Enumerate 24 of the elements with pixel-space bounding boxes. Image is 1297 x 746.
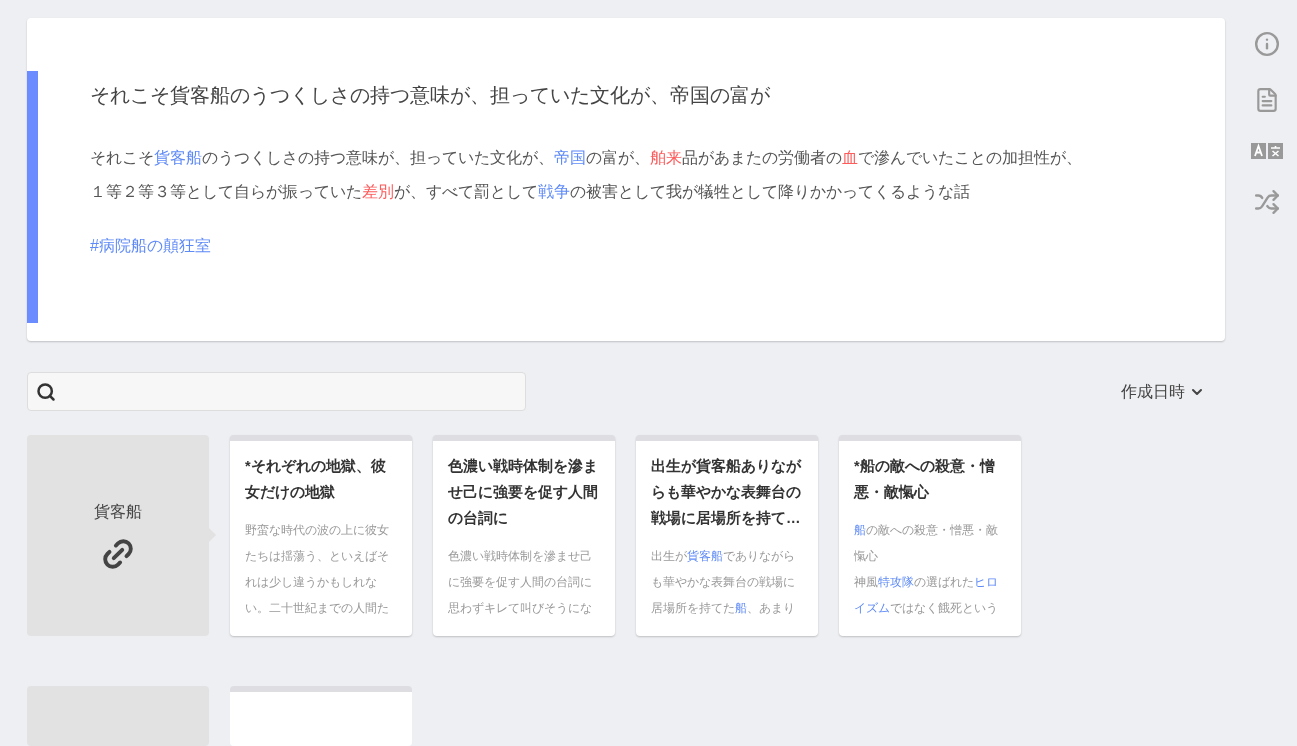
card-description: 出生が貨客船でありながらも華やかな表舞台の戦場に居場所を持てた船、あまり: [651, 548, 796, 617]
card-description: 野蛮な時代の波の上に彼女たちは揺蕩う、といえばそれは少し違うかもしれない。二十世紀までの人間た: [245, 522, 390, 617]
paragraph: それこそ貨客船のうつくしさの持つ意味が、担っていた文化が、帝国の富が、舶来品があまたの労働者の血で滲んでいたことの加担性が、１等２等３等として自らが振っていた差別が、すべて罰として戦争の被害として我が犠牲として降りかかってくるような話: [90, 148, 1082, 202]
related-title: 貨客船: [94, 501, 142, 522]
card-title: 色濃い戦時体制を滲ませ己に強要を促す人間の台詞に: [448, 457, 599, 528]
info-icon[interactable]: [1254, 31, 1280, 57]
shuffle-icon[interactable]: [1254, 189, 1280, 215]
card-description: 船の敵への殺意・憎悪・敵愾心 神風特攻隊の選ばれた ヒロイズムではなく餓死という: [854, 522, 999, 617]
page-card[interactable]: [230, 686, 412, 746]
translate-icon[interactable]: [1251, 143, 1283, 159]
card-title: *それぞれの地獄、彼女だけの地獄: [245, 457, 387, 502]
page-card[interactable]: *それぞれの地獄、彼女だけの地獄 野蛮な時代の波の上に彼女たちは揺蕩う、といえばそれは少し違うかもしれない。二十世紀までの人間た: [230, 435, 412, 636]
related-group-card[interactable]: 貨客船: [27, 435, 209, 636]
sort-dropdown[interactable]: 作成日時: [1121, 379, 1205, 404]
card-description: 色濃い戦時体制を滲ませ己に強要を促す人間の台詞に思わずキレて叫びそうにな: [448, 548, 593, 617]
card-title: *船の敵への殺意・憎悪・敵愾心: [854, 457, 996, 502]
card-title: 出生が貨客船ありながらも華やかな表舞台の戦場に居場所を持て…: [651, 457, 803, 528]
page-title: それこそ貨客船のうつくしさの持つ意味が、担っていた文化が、帝国の富が: [90, 83, 771, 108]
document-icon[interactable]: [1254, 87, 1280, 113]
search-field[interactable]: [27, 372, 526, 411]
page-card[interactable]: *船の敵への殺意・憎悪・敵愾心 船の敵への殺意・憎悪・敵愾心 神風特攻隊の選ばれた ヒロイズムではなく餓死という: [839, 435, 1021, 636]
page-card[interactable]: 出生が貨客船ありながらも華やかな表舞台の戦場に居場所を持て… 出生が貨客船でありながらも華やかな表舞台の戦場に居場所を持てた船、あまり: [636, 435, 818, 636]
search-icon: [36, 381, 56, 402]
page-card[interactable]: 色濃い戦時体制を滲ませ己に強要を促す人間の台詞に 色濃い戦時体制を滲ませ己に強要を促す人間の台詞に思わずキレて叫びそうにな: [433, 435, 615, 636]
